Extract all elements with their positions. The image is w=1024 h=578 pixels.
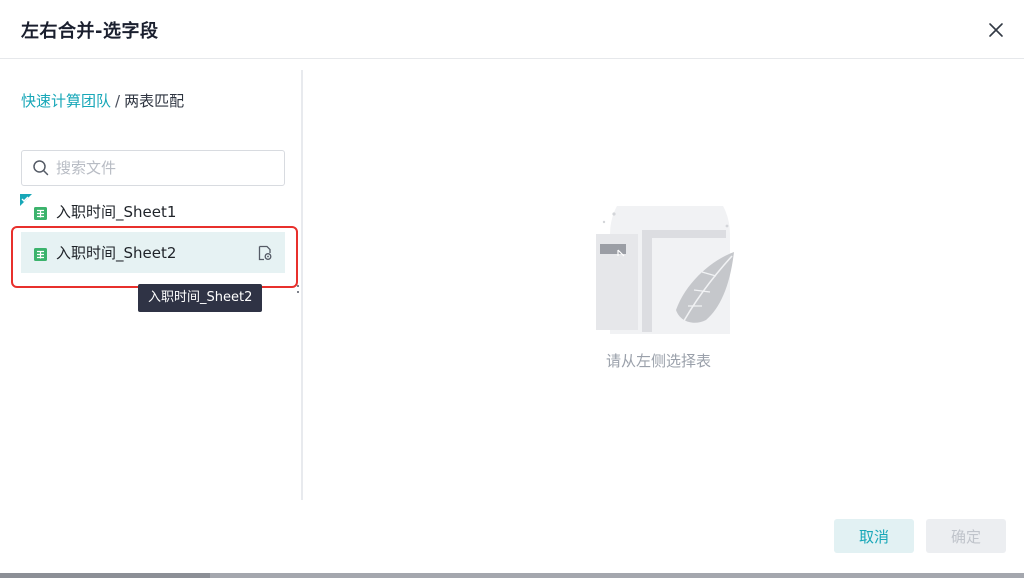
dialog-title: 左右合并-选字段 <box>21 21 159 42</box>
scrollbar-thumb[interactable] <box>210 573 1024 578</box>
selected-corner-icon <box>20 191 32 206</box>
confirm-button[interactable]: 确定 <box>926 519 1006 553</box>
breadcrumb-current: 两表匹配 <box>124 92 185 110</box>
resize-handle-icon[interactable] <box>296 280 300 293</box>
bottom-scrollbar[interactable] <box>0 573 1024 578</box>
file-name-tooltip: 入职时间_Sheet2 <box>138 284 263 312</box>
empty-table-illustration <box>594 174 744 341</box>
highlight-box <box>11 226 298 288</box>
breadcrumb: 快速计算团队 / 两表匹配 <box>21 90 184 111</box>
search-input[interactable] <box>56 151 280 185</box>
cancel-button[interactable]: 取消 <box>834 519 914 553</box>
search-box <box>21 150 285 186</box>
spreadsheet-icon <box>34 205 47 220</box>
close-icon[interactable] <box>984 18 1008 42</box>
search-icon <box>32 159 50 177</box>
dialog-header: 左右合并-选字段 <box>0 0 1024 59</box>
empty-state-text: 请从左侧选择表 <box>606 352 712 370</box>
breadcrumb-team-link[interactable]: 快速计算团队 <box>21 92 111 110</box>
dialog: 左右合并-选字段 快速计算团队 / 两表匹配 搜索文件 入职时间_Sheet1 … <box>0 0 1024 578</box>
breadcrumb-separator: / <box>115 92 121 110</box>
file-name: 入职时间_Sheet1 <box>56 203 177 221</box>
